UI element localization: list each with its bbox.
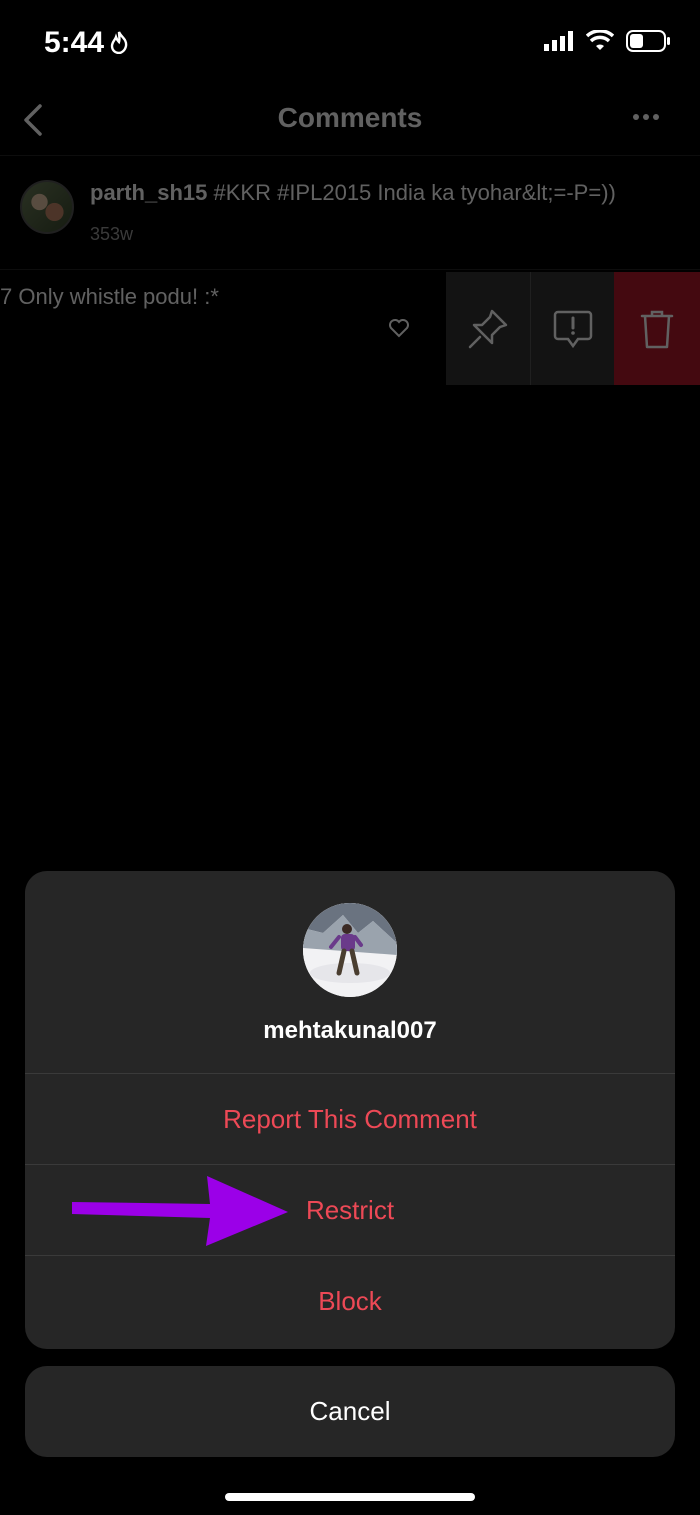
comment-text: 7 Only whistle podu! :* [0,284,219,309]
post-caption: parth_sh15 #KKR #IPL2015 India ka tyohar… [0,156,700,270]
page-title: Comments [277,102,423,133]
caption-body: #KKR #IPL2015 India ka tyohar&lt;=-P=)) [207,180,616,205]
profile-photo [303,903,397,997]
sheet-header: mehtakunal007 [25,871,675,1074]
comment-action-sheet: mehtakunal007 Report This Comment Restri… [25,871,675,1349]
caption-text: parth_sh15 #KKR #IPL2015 India ka tyohar… [90,180,616,206]
trash-icon [640,310,674,348]
pin-comment-button[interactable] [446,272,530,385]
home-indicator[interactable] [225,1493,475,1501]
cancel-button[interactable]: Cancel [25,1366,675,1457]
status-bar: 5:44 [0,0,700,88]
more-options-icon[interactable] [632,112,660,122]
report-icon [553,310,592,348]
status-time: 5:44 [44,26,105,59]
comment-swipe-actions [446,272,700,385]
wifi-icon [586,30,614,50]
pin-icon [468,309,508,348]
avatar[interactable] [20,180,74,234]
block-option[interactable]: Block [25,1256,675,1347]
nav-bar: Comments [0,88,700,156]
caption-timestamp: 353w [90,224,134,244]
annotation-arrow-icon [72,1176,288,1246]
hotspot-icon [110,31,128,54]
sheet-username: mehtakunal007 [263,1017,437,1044]
heart-icon[interactable] [388,318,410,338]
caption-username[interactable]: parth_sh15 [90,180,207,205]
delete-comment-button[interactable] [614,272,700,385]
cellular-signal-icon [544,31,573,51]
avatar [303,903,397,997]
status-icons [544,30,670,52]
report-comment-option[interactable]: Report This Comment [25,1074,675,1165]
comment-row[interactable]: 7 Only whistle podu! :* [0,272,700,385]
battery-icon [626,30,670,52]
report-comment-button[interactable] [530,272,614,385]
